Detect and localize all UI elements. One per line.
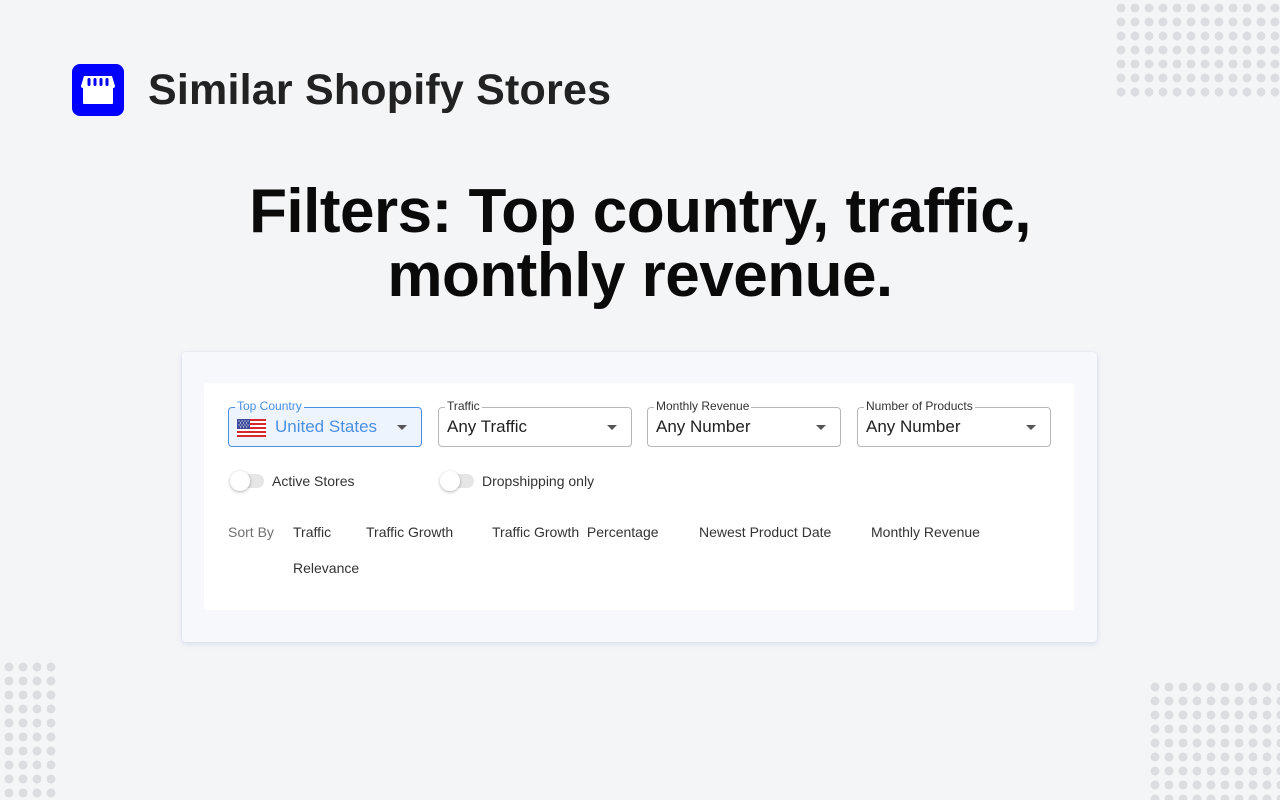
chevron-down-icon[interactable]	[816, 425, 826, 430]
traffic-value: Any Traffic	[447, 417, 527, 436]
brand-title: Similar Shopify Stores	[148, 65, 612, 114]
monthly-revenue-value: Any Number	[656, 417, 751, 436]
sort-option-relevance[interactable]: Relevance	[293, 560, 359, 576]
number-of-products-value: Any Number	[866, 417, 961, 436]
toggle-knob	[230, 471, 250, 491]
top-country-value: United States	[275, 417, 378, 436]
active-stores-toggle[interactable]	[230, 471, 268, 491]
sort-option-traffic-growth[interactable]: Traffic Growth	[366, 524, 453, 540]
sort-option-monthly-revenue[interactable]: Monthly Revenue	[871, 524, 980, 540]
sort-option-newest-product-date[interactable]: Newest Product Date	[699, 524, 831, 540]
dropshipping-only-label: Dropshipping only	[482, 473, 595, 489]
page-headline: Filters: Top country, traffic, monthly r…	[0, 180, 1280, 308]
chevron-down-icon[interactable]	[1026, 425, 1036, 430]
headline-line-2: monthly revenue.	[387, 241, 893, 310]
chevron-down-icon[interactable]	[397, 425, 407, 430]
storefront-icon	[72, 64, 124, 116]
dropshipping-only-toggle[interactable]	[440, 471, 478, 491]
sort-option-traffic[interactable]: Traffic	[293, 524, 331, 540]
chevron-down-icon[interactable]	[607, 425, 617, 430]
active-stores-label: Active Stores	[272, 473, 355, 489]
toggle-knob	[440, 471, 460, 491]
decorative-dot-grid-bottom-left	[2, 660, 58, 800]
filter-panel-content: Top Country United States Traffic Any Tr…	[204, 383, 1074, 610]
sort-by-label: Sort By	[228, 524, 274, 540]
top-country-label: Top Country	[235, 399, 304, 413]
brand-header: Similar Shopify Stores	[72, 64, 611, 116]
sort-option-traffic-growth-percentage[interactable]: Traffic Growth Percentage	[492, 524, 659, 540]
monthly-revenue-label: Monthly Revenue	[654, 399, 752, 413]
traffic-select[interactable]: Traffic Any Traffic	[438, 399, 632, 447]
us-flag-icon	[237, 419, 266, 437]
active-stores-toggle-row: Active Stores	[230, 471, 354, 491]
top-country-select[interactable]: Top Country United States	[228, 399, 422, 447]
number-of-products-select[interactable]: Number of Products Any Number	[857, 399, 1051, 447]
headline-line-1: Filters: Top country, traffic,	[249, 177, 1031, 246]
number-of-products-label: Number of Products	[864, 399, 975, 413]
filter-panel: Top Country United States Traffic Any Tr…	[182, 352, 1097, 642]
decorative-dot-grid-top-right	[1114, 1, 1280, 99]
traffic-label: Traffic	[445, 399, 482, 413]
dropshipping-toggle-row: Dropshipping only	[440, 471, 594, 491]
decorative-dot-grid-bottom-right	[1148, 680, 1280, 800]
monthly-revenue-select[interactable]: Monthly Revenue Any Number	[647, 399, 841, 447]
